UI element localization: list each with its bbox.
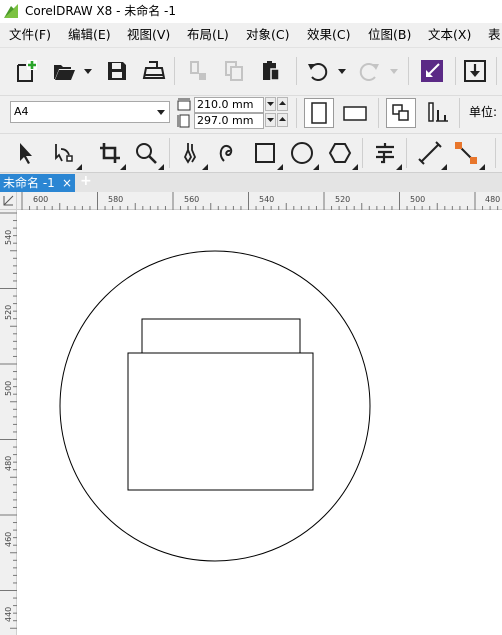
ruler-label: 560 [184, 195, 200, 204]
ruler-label: 520 [4, 304, 13, 320]
bottom-rectangle-shape[interactable] [127, 352, 314, 491]
document-tab-bar [0, 172, 502, 193]
polygon-tool-icon[interactable] [328, 141, 352, 165]
save-icon[interactable] [105, 59, 129, 83]
dimension-tool-icon[interactable] [418, 141, 442, 165]
close-icon[interactable]: × [62, 176, 72, 190]
flyout-arrow-icon[interactable] [120, 164, 126, 170]
flyout-arrow-icon[interactable] [479, 164, 485, 170]
flyout-arrow-icon[interactable] [313, 164, 319, 170]
spin-up-icon [279, 117, 286, 121]
ellipse-tool-icon[interactable] [290, 141, 314, 165]
toolbar-separator [296, 57, 297, 85]
copy-icon[interactable] [222, 59, 246, 83]
page-height-icon [177, 114, 190, 128]
ruler-label: 460 [4, 531, 13, 547]
menu-effects[interactable]: 效果(C) [307, 27, 350, 43]
ruler-label: 600 [33, 195, 49, 204]
page-height-field[interactable]: 297.0 mm [194, 113, 264, 129]
pick-tool-icon[interactable] [14, 141, 38, 165]
page-width-icon [177, 98, 191, 111]
rectangle-tool-icon[interactable] [253, 141, 277, 165]
ruler-label: 500 [410, 195, 426, 204]
flyout-arrow-icon[interactable] [76, 164, 82, 170]
ruler-origin-icon [3, 195, 14, 206]
coreldraw-logo-icon [3, 3, 19, 19]
toolbar-separator [496, 57, 497, 85]
chevron-down-icon [267, 102, 274, 106]
toolbar-separator [495, 138, 496, 168]
chevron-down-icon[interactable] [157, 110, 165, 115]
connector-tool-icon[interactable] [454, 141, 478, 165]
page-width-field[interactable]: 210.0 mm [194, 97, 264, 113]
ruler-label: 520 [335, 195, 351, 204]
zoom-tool-icon[interactable] [134, 141, 158, 165]
crop-tool-icon[interactable] [98, 141, 122, 165]
landscape-page-icon[interactable] [343, 105, 367, 121]
menu-object[interactable]: 对象(C) [246, 27, 289, 43]
toolbar-separator [455, 57, 456, 85]
toolbar-separator [408, 57, 409, 85]
ruler-label: 480 [4, 455, 13, 471]
undo-dropdown-arrow-icon[interactable] [338, 69, 346, 75]
redo-dropdown-arrow-icon[interactable] [390, 69, 398, 75]
chevron-down-icon [267, 118, 274, 122]
cut-icon[interactable] [186, 59, 210, 83]
units-label: 单位: [469, 105, 498, 119]
ruler-label: 540 [4, 229, 13, 245]
paste-icon[interactable] [259, 59, 283, 83]
flyout-arrow-icon[interactable] [396, 164, 402, 170]
open-folder-icon[interactable] [52, 59, 76, 83]
flyout-arrow-icon[interactable] [441, 164, 447, 170]
undo-icon[interactable] [306, 59, 330, 83]
top-rectangle-shape[interactable] [141, 318, 301, 354]
toolbar-separator [459, 98, 460, 128]
toolbar-separator [174, 57, 175, 85]
vertical-ruler-ticks [0, 212, 17, 629]
canvas-drawing [59, 250, 371, 562]
export-icon[interactable] [463, 59, 487, 83]
open-dropdown-arrow-icon[interactable] [84, 69, 92, 75]
menu-text[interactable]: 文本(X) [428, 27, 471, 43]
menu-edit[interactable]: 编辑(E) [68, 27, 111, 43]
text-tool-icon[interactable] [373, 141, 397, 165]
current-page-icon[interactable] [427, 101, 451, 123]
toolbar-separator [378, 98, 379, 128]
ruler-label: 540 [259, 195, 275, 204]
add-tab-icon[interactable]: + [80, 174, 92, 189]
menu-bitmaps[interactable]: 位图(B) [368, 27, 411, 43]
menu-view[interactable]: 视图(V) [127, 27, 170, 43]
import-icon[interactable] [420, 59, 444, 83]
paper-size-select[interactable] [10, 101, 170, 123]
menu-table[interactable]: 表 [488, 27, 501, 43]
menu-file[interactable]: 文件(F) [9, 27, 51, 43]
toolbar-separator [296, 98, 297, 128]
document-tab-label: 未命名 -1 [3, 176, 55, 190]
freehand-tool-icon[interactable] [180, 141, 204, 165]
portrait-page-icon [311, 102, 327, 124]
ruler-label: 500 [4, 380, 13, 396]
window-title: CorelDRAW X8 - 未命名 -1 [25, 4, 177, 18]
toolbar-separator [362, 138, 363, 168]
flyout-arrow-icon[interactable] [277, 164, 283, 170]
artistic-media-tool-icon[interactable] [216, 141, 240, 165]
ruler-label: 440 [4, 606, 13, 622]
print-icon[interactable] [142, 59, 166, 83]
toolbar-separator [169, 138, 170, 168]
paper-size-value: A4 [14, 105, 29, 118]
flyout-arrow-icon[interactable] [202, 164, 208, 170]
spin-up-icon [279, 101, 286, 105]
new-document-icon[interactable] [14, 59, 38, 83]
shape-tool-icon[interactable] [52, 141, 76, 165]
menu-bar: 文件(F) 编辑(E) 视图(V) 布局(L) 对象(C) 效果(C) 位图(B… [0, 23, 502, 47]
redo-icon[interactable] [357, 59, 381, 83]
toolbar-separator [406, 138, 407, 168]
ruler-label: 580 [108, 195, 124, 204]
menu-layout[interactable]: 布局(L) [187, 27, 229, 43]
flyout-arrow-icon[interactable] [158, 164, 164, 170]
flyout-arrow-icon[interactable] [352, 164, 358, 170]
all-pages-icon [392, 104, 409, 121]
ruler-label: 480 [485, 195, 501, 204]
